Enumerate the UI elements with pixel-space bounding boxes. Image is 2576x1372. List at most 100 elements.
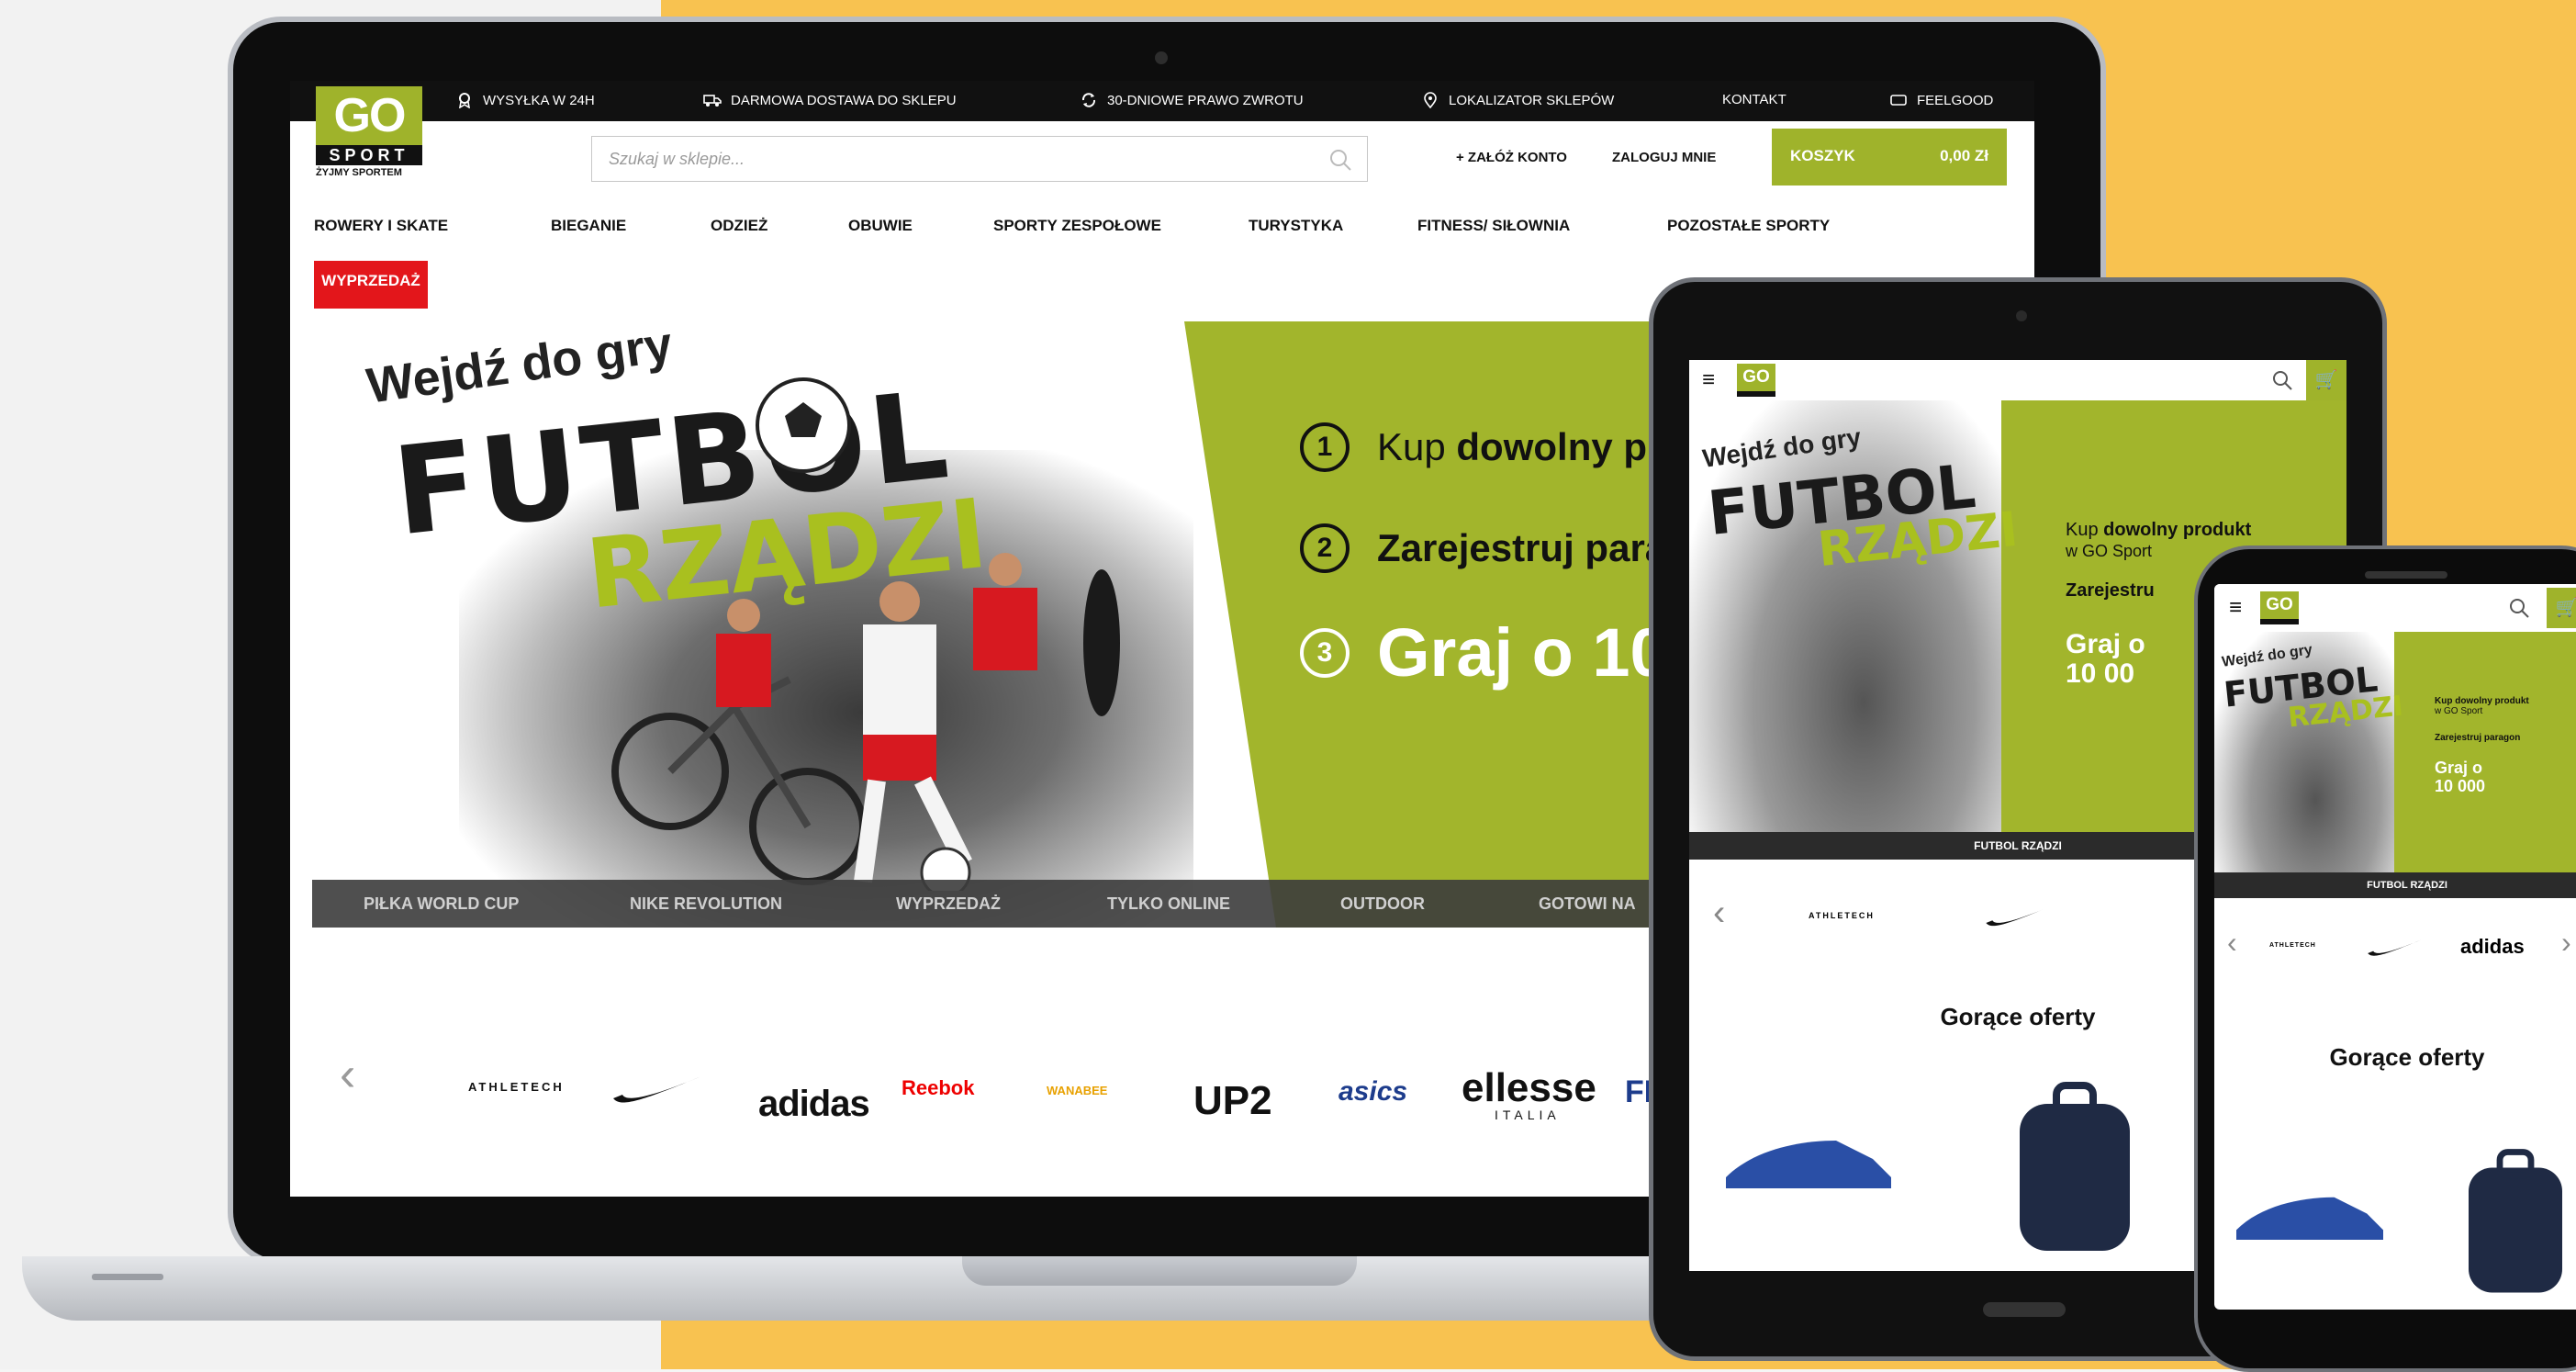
tablet-brand-athletech[interactable]: ATHLETECH — [1809, 911, 1875, 920]
phone-backpack-image[interactable] — [2451, 1144, 2576, 1300]
laptop-vent — [92, 1274, 163, 1280]
tablet-step-1-sub: w GO Sport — [2066, 542, 2153, 560]
topbar-returns[interactable]: 30-DNIOWE PRAWO ZWROTU — [1080, 92, 1304, 108]
topbar-free-delivery[interactable]: DARMOWA DOSTAWA DO SKLEPU — [703, 92, 957, 108]
phone-menu-icon[interactable]: ≡ — [2229, 597, 2242, 619]
hero-tab-outdoor[interactable]: OUTDOOR — [1340, 894, 1425, 914]
phone-step-1-text: Kup dowolny produkt — [2435, 696, 2529, 706]
phone-brand-adidas[interactable]: adidas — [2460, 935, 2525, 959]
topbar-contact[interactable]: KONTAKT — [1722, 92, 1786, 107]
topbar-store-locator-label: LOKALIZATOR SKLEPÓW — [1449, 92, 1615, 108]
cart-button[interactable]: KOSZYK 0,00 Zł — [1772, 129, 2007, 186]
phone-step-3-b: 10 000 — [2435, 777, 2486, 795]
step-2-text: Zarejestruj parag — [1377, 526, 1690, 569]
phone-speaker — [2365, 571, 2447, 579]
search-icon[interactable] — [1328, 148, 1352, 172]
search-input[interactable]: Szukaj w sklepie... — [591, 136, 1368, 182]
tablet-step-3-a: Graj o — [2066, 629, 2145, 659]
badge-icon — [459, 93, 470, 108]
tablet-search-icon[interactable] — [2271, 369, 2293, 391]
phone-header: ≡ GO 🛒 — [2214, 584, 2576, 633]
hero-tab-ready[interactable]: GOTOWI NA — [1539, 894, 1636, 914]
topbar-shipping[interactable]: WYSYŁKA W 24H — [455, 92, 595, 108]
phone-search-icon[interactable] — [2508, 597, 2530, 619]
phone-step-2: Zarejestruj paragon — [2435, 733, 2521, 743]
tablet-step-1-plain: Kup — [2066, 520, 2104, 540]
hero-tab-online[interactable]: TYLKO ONLINE — [1107, 894, 1230, 914]
register-link[interactable]: + ZAŁÓŻ KONTO — [1456, 150, 1567, 165]
tablet-backpack-image[interactable] — [2001, 1076, 2148, 1260]
login-link[interactable]: ZALOGUJ MNIE — [1612, 150, 1716, 165]
phone-shoe-image[interactable] — [2227, 1181, 2392, 1254]
tablet-menu-icon[interactable]: ≡ — [1702, 369, 1715, 391]
truck-icon — [703, 95, 722, 107]
hero-step-2: 2 Zarejestruj parag — [1300, 523, 1690, 573]
tablet-nike-icon[interactable] — [1985, 904, 2049, 929]
topbar-feelgood[interactable]: FEELGOOD — [1889, 92, 1993, 108]
tablet-brands-prev[interactable]: ‹ — [1713, 893, 1725, 934]
phone-step-3-a: Graj o — [2435, 759, 2483, 777]
phone-hero-bar: FUTBOL RZĄDZI — [2214, 872, 2576, 898]
brand-ellesse-italia: ITALIA — [1495, 1108, 1561, 1122]
step-2-number: 2 — [1300, 523, 1350, 573]
phone-brands-prev[interactable]: ‹ — [2227, 926, 2237, 960]
topbar-shipping-label: WYSYŁKA W 24H — [483, 92, 595, 108]
phone-nike-icon[interactable] — [2367, 937, 2422, 959]
cart-label: KOSZYK — [1790, 147, 1855, 164]
tablet-header: ≡ GO 🛒 — [1689, 360, 2346, 401]
nike-swoosh-icon[interactable] — [611, 1071, 703, 1108]
step-1-bold: dowolny pr — [1456, 425, 1663, 468]
phone-cart-icon[interactable]: 🛒 — [2547, 588, 2576, 628]
tablet-home-button[interactable] — [1983, 1302, 2066, 1317]
card-icon — [1890, 95, 1907, 106]
brand-wanabee[interactable]: WANABEE — [1047, 1084, 1107, 1097]
tablet-camera — [2016, 310, 2027, 321]
phone-brand-athletech[interactable]: ATHLETECH — [2269, 942, 2316, 949]
tablet-logo[interactable]: GO — [1737, 364, 1775, 397]
nav-other-sports[interactable]: POZOSTAŁE SPORTY — [1667, 217, 1830, 235]
topbar-store-locator[interactable]: LOKALIZATOR SKLEPÓW — [1421, 92, 1614, 108]
tablet-cart-icon[interactable]: 🛒 — [2306, 360, 2346, 400]
laptop-camera — [1155, 51, 1168, 64]
topbar-returns-label: 30-DNIOWE PRAWO ZWROTU — [1107, 92, 1304, 108]
brand-ellesse[interactable]: ellesse — [1462, 1065, 1596, 1111]
step-1-plain: Kup — [1377, 425, 1457, 468]
refresh-icon — [1081, 93, 1096, 107]
phone-hero[interactable]: Wejdź do gry FUTBOL RZĄDZI Kup dowolny p… — [2214, 632, 2576, 898]
tablet-step-3-b: 10 00 — [2066, 658, 2135, 689]
tablet-shoe-image[interactable] — [1717, 1122, 1900, 1205]
go-sport-logo[interactable]: GO SPORT ŻYJMY SPORTEM — [316, 86, 422, 186]
brand-up2[interactable]: UP2 — [1193, 1078, 1272, 1124]
nav-hiking[interactable]: TURYSTYKA — [1249, 217, 1343, 235]
tablet-step-3: Graj o 10 00 — [2066, 630, 2145, 689]
nav-running[interactable]: BIEGANIE — [551, 217, 626, 235]
nav-fitness[interactable]: FITNESS/ SIŁOWNIA — [1417, 217, 1570, 235]
step-1-number: 1 — [1300, 422, 1350, 472]
step-3-number: 3 — [1300, 627, 1350, 678]
hero-tab-sale[interactable]: WYPRZEDAŻ — [896, 894, 1001, 914]
brands-prev-arrow[interactable]: ‹ — [340, 1047, 355, 1102]
athletes-image — [611, 553, 1120, 891]
nav-clothing[interactable]: ODZIEŻ — [711, 217, 767, 235]
hero-tab-world-cup[interactable]: PIŁKA WORLD CUP — [364, 894, 519, 914]
phone-brands-next[interactable]: › — [2561, 926, 2571, 960]
logo-tagline: ŻYJMY SPORTEM — [316, 167, 402, 178]
phone-logo[interactable]: GO — [2260, 591, 2299, 624]
hero-tab-nike-revolution[interactable]: NIKE REVOLUTION — [630, 894, 782, 914]
phone-screen: ≡ GO 🛒 Wejdź do gry FUTBOL RZĄDZI Kup do… — [2214, 584, 2576, 1310]
nav-bikes-skate[interactable]: ROWERY I SKATE — [314, 217, 448, 235]
nav-sale-button[interactable]: WYPRZEDAŻ — [314, 261, 428, 309]
brand-asics[interactable]: asics — [1338, 1076, 1407, 1108]
logo-go: GO — [316, 86, 422, 145]
nav-footwear[interactable]: OBUWIE — [848, 217, 913, 235]
brand-reebok[interactable]: Reebok — [902, 1076, 974, 1100]
phone-hot-offers: Gorące oferty — [2329, 1043, 2485, 1071]
brand-adidas[interactable]: adidas — [758, 1084, 870, 1125]
search-placeholder: Szukaj w sklepie... — [609, 150, 745, 168]
location-pin-icon — [1424, 92, 1437, 108]
brand-athletech[interactable]: ATHLETECH — [468, 1080, 565, 1094]
nav-team-sports[interactable]: SPORTY ZESPOŁOWE — [993, 217, 1161, 235]
phone-step-1-sub: w GO Sport — [2435, 706, 2483, 716]
hero-step-1: 1 Kup dowolny pr — [1300, 422, 1662, 472]
phone-step-3: Graj o 10 000 — [2435, 759, 2485, 795]
